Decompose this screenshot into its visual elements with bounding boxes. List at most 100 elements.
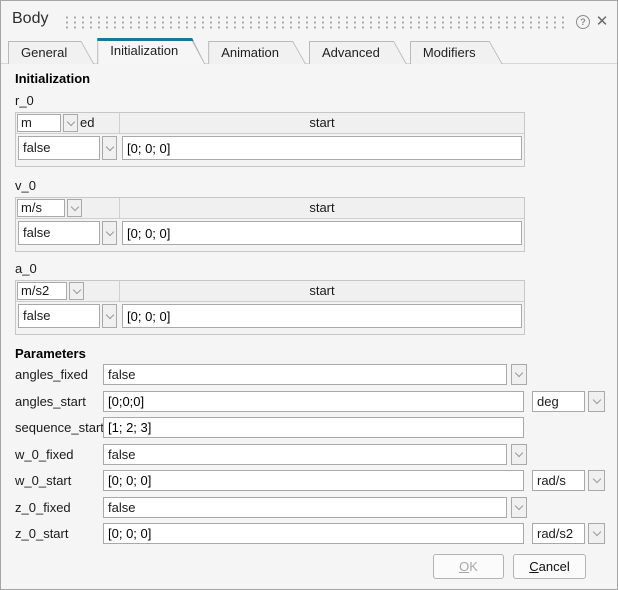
z0-start-input[interactable] (103, 523, 524, 544)
combo-dropdown-button[interactable] (511, 364, 527, 385)
combo-dropdown-button[interactable] (511, 444, 527, 465)
r0-table: ed m start false (15, 112, 525, 167)
tab-label: General (8, 41, 94, 64)
combobox-value: false (18, 304, 100, 328)
ok-button[interactable]: OK (433, 554, 504, 579)
z0-fixed-combobox[interactable]: false (103, 497, 507, 518)
a0-label: a_0 (15, 261, 37, 276)
chevron-down-icon (105, 142, 113, 150)
param-row-angles-fixed: angles_fixed false (1, 364, 618, 385)
chevron-down-icon (592, 396, 600, 404)
help-icon[interactable]: ? (576, 15, 590, 29)
tab-initialization[interactable]: Initialization (97, 38, 205, 64)
r0-table-header: ed m start (16, 113, 524, 134)
r0-table-row: false (16, 134, 524, 160)
tab-bar: General Initialization Animation Advance… (8, 38, 506, 64)
tab-label: Modifiers (410, 41, 503, 64)
close-icon[interactable]: ✕ (593, 12, 611, 30)
unit-dropdown-button[interactable] (63, 114, 78, 132)
fixed-column-header-cell: m/s (16, 198, 120, 218)
w0-start-unit-combobox[interactable]: rad/s (532, 470, 585, 491)
tab-label: Initialization (97, 38, 205, 63)
r0-start-input[interactable] (122, 136, 522, 160)
dialog-title: Body (12, 10, 48, 28)
parameters-section-heading: Parameters (15, 346, 86, 361)
v0-label: v_0 (15, 178, 36, 193)
chevron-down-icon (105, 310, 113, 318)
sequence-start-input[interactable] (103, 417, 524, 438)
label-w0-fixed: w_0_fixed (15, 447, 74, 462)
start-column-header: start (120, 281, 524, 301)
w0-fixed-combobox[interactable]: false (103, 444, 507, 465)
combo-dropdown-button[interactable] (511, 497, 527, 518)
chevron-down-icon (105, 227, 113, 235)
param-row-w0-start: w_0_start rad/s (1, 470, 618, 491)
unit-value: m/s (17, 199, 65, 217)
unit-value: m (17, 114, 61, 132)
fixed-header-remnant: ed (80, 113, 94, 133)
label-angles-start: angles_start (15, 394, 86, 409)
tab-animation[interactable]: Animation (208, 41, 306, 64)
angles-fixed-combobox[interactable]: false (103, 364, 507, 385)
unit-dropdown-button[interactable] (67, 199, 82, 217)
w0-start-input[interactable] (103, 470, 524, 491)
angles-start-unit-combobox[interactable]: deg (532, 391, 585, 412)
chevron-down-icon (592, 475, 600, 483)
label-w0-start: w_0_start (15, 473, 71, 488)
chevron-down-icon (515, 369, 523, 377)
v0-start-input[interactable] (122, 221, 522, 245)
chevron-down-icon (72, 285, 80, 293)
param-row-z0-start: z_0_start rad/s2 (1, 523, 618, 544)
body-parameter-dialog: Body ? ✕ General Initialization Animatio… (0, 0, 618, 590)
chevron-down-icon (66, 117, 74, 125)
label-z0-fixed: z_0_fixed (15, 500, 71, 515)
start-column-header: start (120, 198, 524, 218)
cancel-button[interactable]: Cancel (513, 554, 586, 579)
r0-unit-combobox[interactable]: m (17, 114, 78, 132)
label-angles-fixed: angles_fixed (15, 367, 88, 382)
tab-label: Animation (208, 41, 306, 64)
z0-start-unit-combobox[interactable]: rad/s2 (532, 523, 585, 544)
unit-dropdown-button[interactable] (588, 470, 605, 491)
v0-table-header: m/s start (16, 198, 524, 219)
a0-unit-combobox[interactable]: m/s2 (17, 282, 84, 300)
a0-table-row: false (16, 302, 524, 328)
fixed-column-header-cell: m/s2 (16, 281, 120, 301)
v0-table: m/s start false (15, 197, 525, 252)
unit-value: m/s2 (17, 282, 67, 300)
combo-dropdown-button[interactable] (102, 136, 117, 160)
v0-fixed-combobox[interactable]: false (18, 221, 117, 245)
combo-dropdown-button[interactable] (102, 304, 117, 328)
start-column-header: start (120, 113, 524, 133)
param-row-angles-start: angles_start deg (1, 391, 618, 412)
unit-dropdown-button[interactable] (69, 282, 84, 300)
a0-table: m/s2 start false (15, 280, 525, 335)
param-row-sequence-start: sequence_start (1, 417, 618, 438)
chevron-down-icon (515, 502, 523, 510)
chevron-down-icon (592, 528, 600, 536)
initialization-section-heading: Initialization (15, 71, 90, 86)
a0-table-header: m/s2 start (16, 281, 524, 302)
label-sequence-start: sequence_start (15, 420, 104, 435)
tab-label: Advanced (309, 41, 407, 64)
unit-dropdown-button[interactable] (588, 523, 605, 544)
tab-modifiers[interactable]: Modifiers (410, 41, 503, 64)
a0-fixed-combobox[interactable]: false (18, 304, 117, 328)
drag-handle-dots[interactable] (63, 15, 564, 29)
combobox-value: false (18, 136, 100, 160)
a0-start-input[interactable] (122, 304, 522, 328)
unit-dropdown-button[interactable] (588, 391, 605, 412)
chevron-down-icon (515, 449, 523, 457)
combo-dropdown-button[interactable] (102, 221, 117, 245)
cancel-button-label: Cancel (529, 559, 569, 574)
r0-label: r_0 (15, 93, 34, 108)
tab-advanced[interactable]: Advanced (309, 41, 407, 64)
combobox-value: false (18, 221, 100, 245)
v0-unit-combobox[interactable]: m/s (17, 199, 82, 217)
tab-general[interactable]: General (8, 41, 94, 64)
r0-fixed-combobox[interactable]: false (18, 136, 117, 160)
angles-start-input[interactable] (103, 391, 524, 412)
param-row-w0-fixed: w_0_fixed false (1, 444, 618, 465)
param-row-z0-fixed: z_0_fixed false (1, 497, 618, 518)
label-z0-start: z_0_start (15, 526, 68, 541)
